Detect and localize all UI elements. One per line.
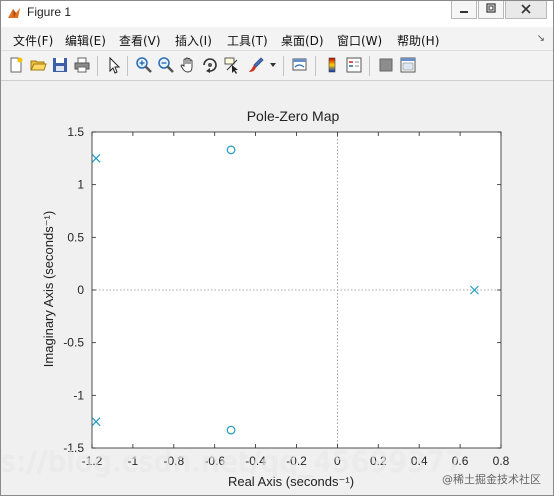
- menu-window[interactable]: 窗口(W): [337, 32, 382, 49]
- y-tick-label: 1: [77, 178, 84, 192]
- window-title: Figure 1: [27, 5, 72, 19]
- menu-insert[interactable]: 插入(I): [175, 32, 212, 49]
- menu-file[interactable]: 文件(F): [13, 32, 53, 49]
- menu-help[interactable]: 帮助(H): [397, 32, 439, 49]
- restore-button[interactable]: [478, 1, 504, 19]
- zoom-out-icon[interactable]: [157, 56, 175, 74]
- toolbar-separator: [369, 56, 370, 76]
- y-tick-label: 0.5: [67, 230, 84, 244]
- brush-dropdown-icon[interactable]: [269, 62, 277, 68]
- edit-plot-arrow-icon[interactable]: [105, 56, 123, 74]
- menu-expand-arrow-icon[interactable]: ↘: [537, 33, 545, 44]
- figure-toolbar: [1, 51, 553, 81]
- save-icon[interactable]: [51, 56, 69, 74]
- pole-zero-plot[interactable]: Pole-Zero Map -1.2 -1 -0.8 -0.6 -0.4 -0.2 0 0.2…: [1, 81, 553, 495]
- y-axis-label: Imaginary Axis (seconds⁻¹): [41, 211, 56, 367]
- colorbar-icon[interactable]: [323, 56, 341, 74]
- rotate-3d-icon[interactable]: [201, 56, 219, 74]
- toolbar-separator: [315, 56, 316, 76]
- menu-edit[interactable]: 编辑(E): [65, 32, 106, 49]
- open-file-icon[interactable]: [29, 56, 47, 74]
- minimize-button[interactable]: [451, 1, 477, 19]
- menu-desktop[interactable]: 桌面(D): [281, 32, 324, 49]
- y-tick-label: 1.5: [67, 125, 84, 139]
- legend-icon[interactable]: [345, 56, 363, 74]
- minimize-icon: [460, 11, 468, 13]
- y-tick-label: 0: [77, 283, 84, 297]
- show-plot-tools-icon[interactable]: [399, 56, 417, 74]
- pan-hand-icon[interactable]: [179, 56, 197, 74]
- print-icon[interactable]: [73, 56, 91, 74]
- close-icon: [521, 4, 531, 14]
- matlab-figure-icon: [8, 8, 20, 18]
- chart-title: Pole-Zero Map: [247, 108, 340, 124]
- menu-view[interactable]: 查看(V): [119, 32, 161, 49]
- figure-canvas[interactable]: Pole-Zero Map -1.2 -1 -0.8 -0.6 -0.4 -0.2 0 0.2…: [1, 81, 553, 495]
- y-tick-label: -0.5: [63, 336, 84, 350]
- restore-icon: [486, 3, 496, 13]
- toolbar-separator: [283, 56, 284, 76]
- brush-icon[interactable]: [247, 56, 265, 74]
- x-tick-label: 0.8: [493, 454, 510, 468]
- figure-window: Figure 1 文件(F) 编辑(E) 查看(V) 插入(I) 工具(T) 桌…: [0, 0, 554, 496]
- title-bar[interactable]: Figure 1: [1, 1, 553, 27]
- toolbar-separator: [127, 56, 128, 76]
- hide-plot-tools-icon[interactable]: [377, 56, 395, 74]
- y-tick-label: -1: [73, 388, 84, 402]
- watermark-text: s://blog.csdn.net/qq_45699377: [1, 445, 465, 478]
- data-cursor-icon[interactable]: [223, 56, 241, 74]
- menu-tools[interactable]: 工具(T): [227, 32, 268, 49]
- new-figure-icon[interactable]: [7, 56, 25, 74]
- toolbar-separator: [97, 56, 98, 76]
- link-plot-icon[interactable]: [291, 56, 309, 74]
- menu-bar: 文件(F) 编辑(E) 查看(V) 插入(I) 工具(T) 桌面(D) 窗口(W…: [1, 27, 553, 51]
- close-button[interactable]: [505, 1, 547, 19]
- zoom-in-icon[interactable]: [135, 56, 153, 74]
- watermark-badge: @稀土掘金技术社区: [442, 473, 541, 486]
